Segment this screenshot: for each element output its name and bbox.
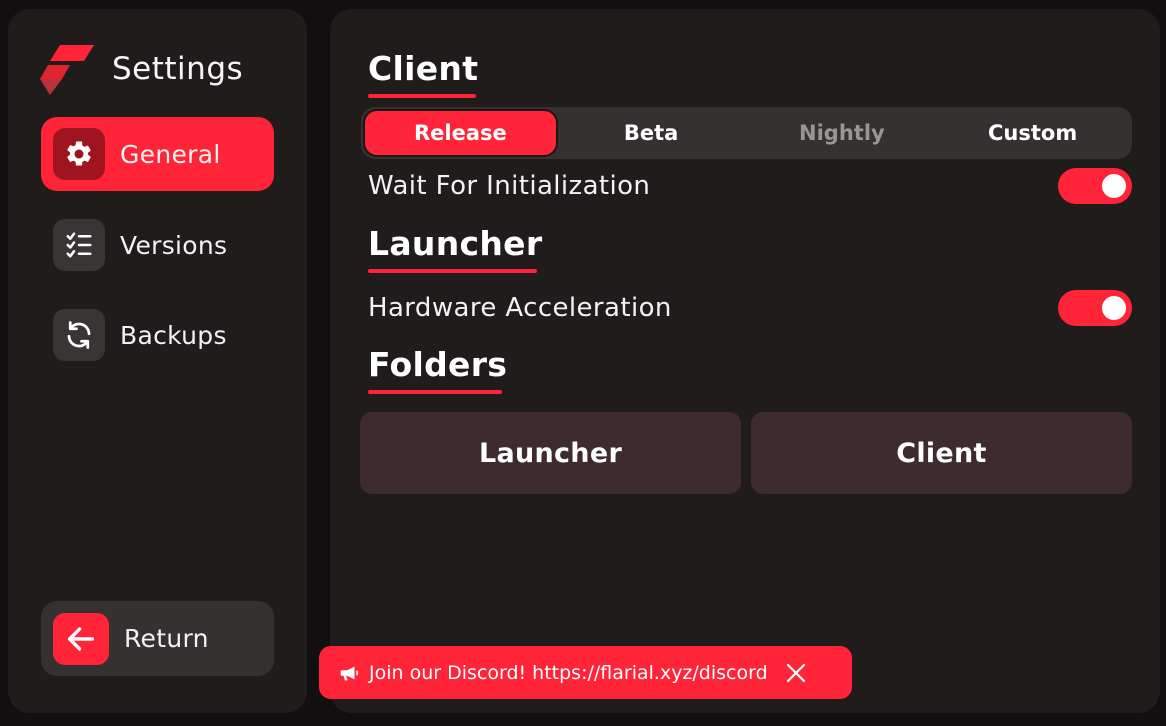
setting-row-hardware-acceleration: Hardware Acceleration bbox=[368, 288, 1132, 328]
sidebar: Settings General Versions Backups Return bbox=[8, 9, 307, 713]
arrow-left-icon bbox=[53, 612, 109, 665]
return-label: Return bbox=[124, 624, 209, 653]
channel-selector: Release Beta Nightly Custom bbox=[361, 107, 1132, 159]
brand: Settings bbox=[38, 41, 243, 97]
section-underline bbox=[368, 390, 502, 394]
sidebar-item-label: General bbox=[120, 139, 221, 169]
app-title: Settings bbox=[112, 51, 244, 87]
setting-label: Hardware Acceleration bbox=[368, 293, 672, 323]
return-button[interactable]: Return bbox=[41, 601, 274, 676]
sidebar-item-versions[interactable]: Versions bbox=[41, 208, 274, 282]
refresh-icon bbox=[53, 309, 105, 361]
section-underline bbox=[368, 269, 537, 273]
sidebar-item-label: Versions bbox=[120, 230, 228, 260]
open-client-folder-button[interactable]: Client bbox=[751, 412, 1132, 494]
section-title-client: Client bbox=[368, 49, 479, 88]
setting-row-wait-for-initialization: Wait For Initialization bbox=[368, 166, 1132, 206]
close-icon[interactable] bbox=[782, 659, 810, 687]
section-title-folders: Folders bbox=[368, 345, 508, 384]
discord-toast: Join our Discord! https://flarial.xyz/di… bbox=[319, 646, 852, 699]
section-title-launcher: Launcher bbox=[368, 224, 543, 263]
section-underline bbox=[368, 94, 476, 98]
settings-panel: Client Release Beta Nightly Custom Wait … bbox=[330, 9, 1160, 713]
toggle-knob bbox=[1102, 174, 1126, 198]
channel-release-button[interactable]: Release bbox=[365, 111, 556, 155]
flarial-logo-icon bbox=[40, 45, 94, 95]
megaphone-icon bbox=[337, 661, 361, 685]
setting-label: Wait For Initialization bbox=[368, 171, 651, 201]
channel-nightly-button[interactable]: Nightly bbox=[747, 111, 938, 155]
checklist-icon bbox=[53, 219, 105, 271]
channel-beta-button[interactable]: Beta bbox=[556, 111, 747, 155]
toast-message: Join our Discord! https://flarial.xyz/di… bbox=[369, 661, 768, 684]
open-launcher-folder-button[interactable]: Launcher bbox=[360, 412, 741, 494]
channel-custom-button[interactable]: Custom bbox=[937, 111, 1128, 155]
app-window: Settings General Versions Backups Return… bbox=[0, 0, 1166, 726]
toggle-knob bbox=[1102, 296, 1126, 320]
sidebar-item-label: Backups bbox=[120, 320, 227, 350]
wait-for-initialization-toggle[interactable] bbox=[1058, 168, 1132, 204]
hardware-acceleration-toggle[interactable] bbox=[1058, 290, 1132, 326]
sidebar-item-backups[interactable]: Backups bbox=[41, 298, 274, 372]
gear-icon bbox=[53, 128, 105, 180]
sidebar-item-general[interactable]: General bbox=[41, 117, 274, 191]
